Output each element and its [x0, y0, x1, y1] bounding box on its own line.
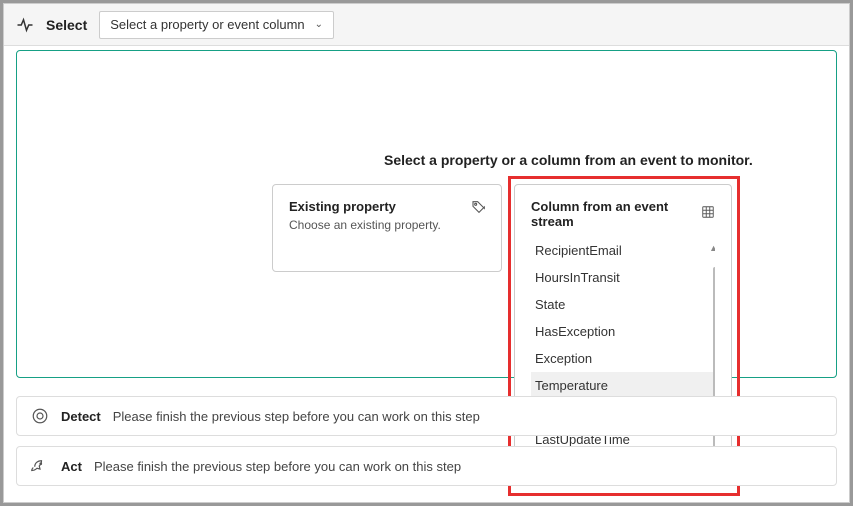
act-message: Please finish the previous step before y… [94, 459, 461, 474]
list-item[interactable]: State [531, 291, 715, 318]
chevron-down-icon: ⌄ [315, 19, 323, 30]
detect-icon [31, 407, 49, 425]
property-column-dropdown[interactable]: Select a property or event column ⌄ [99, 11, 334, 39]
detect-message: Please finish the previous step before y… [113, 409, 480, 424]
list-item[interactable]: RecipientEmail [531, 237, 715, 264]
main-area: Select a property or a column from an ev… [4, 46, 849, 502]
app-window: Select Select a property or event column… [3, 3, 850, 503]
toolbar: Select Select a property or event column… [4, 4, 849, 46]
detect-label: Detect [61, 409, 101, 424]
event-stream-header: Column from an event stream [531, 199, 715, 237]
select-label: Select [46, 17, 87, 33]
activity-icon [16, 16, 34, 34]
grid-icon [701, 205, 715, 224]
prompt-text: Select a property or a column from an ev… [384, 152, 753, 168]
existing-property-card[interactable]: Existing property Choose an existing pro… [272, 184, 502, 272]
list-item[interactable]: HasException [531, 318, 715, 345]
list-item[interactable]: Exception [531, 345, 715, 372]
list-item[interactable]: Temperature [531, 372, 715, 399]
list-item[interactable]: HoursInTransit [531, 264, 715, 291]
scroll-up-icon[interactable]: ▲ [709, 243, 715, 253]
tag-icon [471, 199, 487, 220]
existing-property-subtitle: Choose an existing property. [289, 218, 485, 232]
act-label: Act [61, 459, 82, 474]
existing-property-title: Existing property [289, 199, 485, 214]
act-step-row[interactable]: Act Please finish the previous step befo… [16, 446, 837, 486]
act-icon [31, 457, 49, 475]
event-stream-title: Column from an event stream [531, 199, 701, 229]
dropdown-placeholder: Select a property or event column [110, 17, 304, 32]
detect-step-row[interactable]: Detect Please finish the previous step b… [16, 396, 837, 436]
event-stream-column-card[interactable]: Column from an event stream RecipientEma… [514, 184, 732, 486]
